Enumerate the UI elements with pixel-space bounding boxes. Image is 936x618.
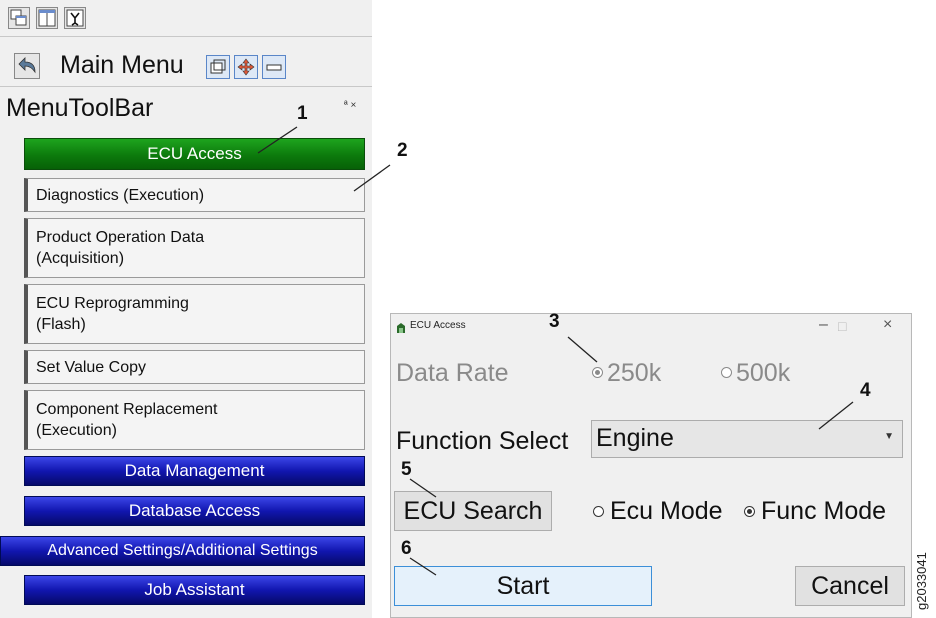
callout-leader-lines [257,126,854,576]
figure-code: g2033041 [914,552,929,610]
callout-6: 6 [401,538,412,559]
callout-2: 2 [397,140,408,161]
callout-1: 1 [297,103,308,124]
callout-3: 3 [549,311,560,332]
callout-5: 5 [401,459,412,480]
callout-4: 4 [860,380,871,401]
